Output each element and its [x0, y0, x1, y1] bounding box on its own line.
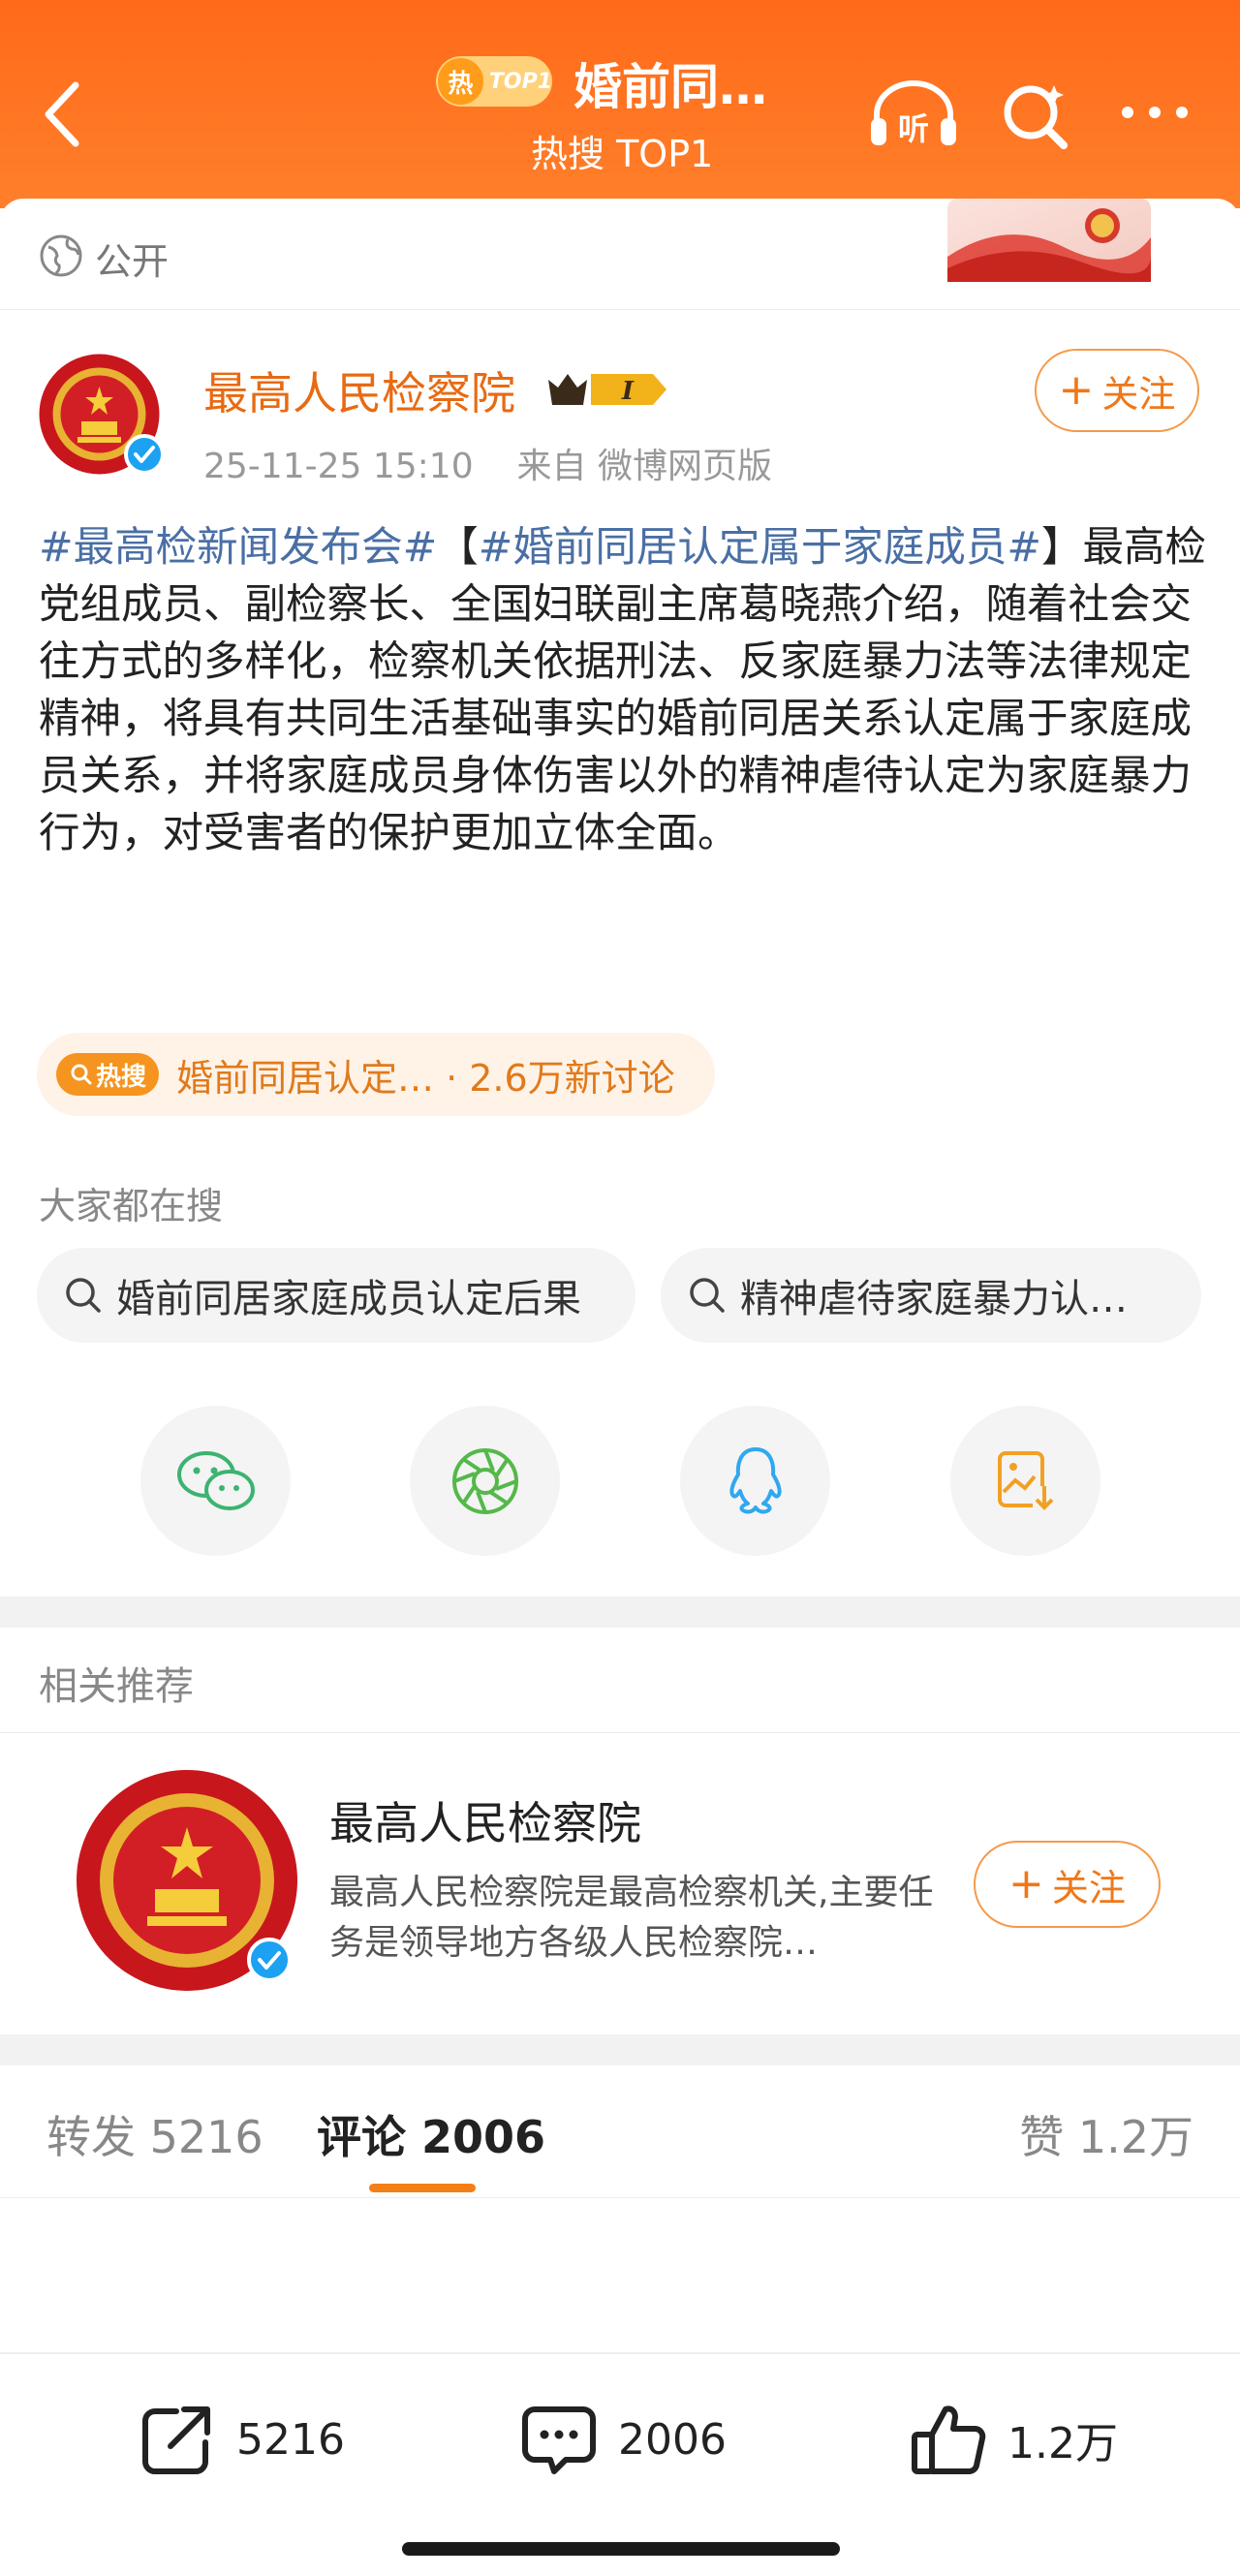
bracket-close: 】	[1040, 524, 1083, 572]
save-image-button[interactable]	[950, 1406, 1100, 1556]
section-divider	[0, 2034, 1240, 2065]
search-suggestion-text: 婚前同居家庭成员认定后果	[116, 1277, 581, 1321]
related-account-desc: 最高人民检察院是最高检察机关,主要任务是领导地方各级人民检察院…	[329, 1873, 934, 1963]
active-tab-indicator	[369, 2184, 476, 2192]
post-text: 最高检党组成员、副检察长、全国妇联副主席葛晓燕介绍，随着社会交往方式的多样化，检…	[39, 524, 1207, 857]
hot-search-pill[interactable]: 热搜 婚前同居认定… · 2.6万新讨论	[37, 1033, 715, 1116]
listen-label: 听	[898, 110, 929, 147]
vip-level-badge-icon: I	[544, 366, 670, 413]
post-meta: 25-11-25 15:10 来自 微博网页版	[203, 438, 772, 488]
thumbs-up-icon	[912, 2405, 986, 2474]
share-qq-button[interactable]	[680, 1406, 830, 1556]
divider	[0, 2352, 1240, 2354]
search-icon	[690, 1278, 725, 1313]
post-source[interactable]: 来自 微博网页版	[517, 447, 772, 486]
tab-likes[interactable]: 赞 1.2万	[1019, 2102, 1194, 2166]
follow-label: 关注	[1051, 1866, 1126, 1909]
related-follow-button[interactable]: + 关注	[974, 1841, 1161, 1928]
hot-badge-char: 热	[438, 58, 483, 105]
divider	[0, 1732, 1240, 1733]
comment-count: 2006	[618, 2414, 727, 2465]
like-count: 1.2万	[1008, 2419, 1118, 2468]
post-content: #最高检新闻发布会#【#婚前同居认定属于家庭成员#】最高检党组成员、副检察长、全…	[39, 519, 1206, 862]
topic-link[interactable]: #婚前同居认定属于家庭成员#	[479, 524, 1041, 572]
comment-button[interactable]: 2006	[517, 2393, 727, 2486]
related-account-name[interactable]: 最高人民检察院	[329, 1788, 641, 1852]
page-title: 婚前同…	[574, 59, 767, 115]
listen-icon[interactable]: 听	[867, 76, 960, 153]
hot-search-badge-text: 热搜	[95, 1062, 146, 1092]
search-suggestion-text: 精神虐待家庭暴力认…	[740, 1277, 1128, 1321]
author-name[interactable]: 最高人民检察院	[203, 358, 515, 422]
plus-icon: +	[1008, 1859, 1044, 1909]
share-wechat-button[interactable]	[140, 1406, 291, 1556]
verified-badge-icon	[247, 1938, 292, 1982]
level-badge-text: I	[621, 377, 635, 406]
hot-top1-badge: 热 TOP1	[436, 56, 552, 107]
hot-search-text: 婚前同居认定… · 2.6万新讨论	[176, 1056, 675, 1100]
related-label: 相关推荐	[39, 1664, 194, 1709]
plus-icon: +	[1058, 365, 1095, 415]
home-indicator[interactable]	[402, 2542, 840, 2556]
repost-count: 5216	[236, 2414, 345, 2465]
back-icon[interactable]	[37, 76, 95, 153]
hot-badge-top: TOP1	[488, 69, 552, 94]
bracket-open: 【	[437, 524, 479, 572]
search-suggestion-chip[interactable]: 婚前同居家庭成员认定后果	[37, 1248, 636, 1343]
visibility-row: 公开	[0, 199, 1240, 310]
search-icon	[71, 1064, 92, 1085]
page-subtitle: 热搜 TOP1	[531, 133, 714, 175]
weibo-post-detail-page: 热 TOP1 婚前同… 热搜 TOP1 听 公开 最高人民检察院 I 25-11…	[0, 0, 1240, 2576]
more-options-icon[interactable]	[1116, 93, 1194, 132]
visibility-label: 公开	[95, 240, 170, 283]
banner-decoration	[947, 199, 1151, 286]
repost-button[interactable]: 5216	[136, 2393, 345, 2486]
divider	[0, 2197, 1240, 2198]
wechat-icon	[176, 1450, 255, 1510]
like-button[interactable]: 1.2万	[907, 2393, 1118, 2486]
section-divider	[0, 1597, 1240, 1628]
post-date: 25-11-25 15:10	[203, 447, 474, 486]
everyone-search-label: 大家都在搜	[39, 1185, 224, 1227]
save-image-icon	[997, 1450, 1056, 1511]
verified-badge-icon	[124, 434, 165, 475]
qq-icon	[728, 1446, 782, 1513]
search-icon[interactable]	[998, 76, 1075, 153]
share-moments-button[interactable]	[410, 1406, 560, 1556]
topic-link[interactable]: #最高检新闻发布会#	[39, 524, 437, 572]
hot-search-badge: 热搜	[56, 1053, 159, 1096]
follow-button[interactable]: + 关注	[1035, 349, 1199, 432]
globe-icon	[39, 233, 83, 278]
tab-comments[interactable]: 评论 2006	[317, 2102, 545, 2166]
top-bar: 热 TOP1 婚前同… 热搜 TOP1 听	[0, 0, 1240, 208]
follow-label: 关注	[1101, 372, 1176, 416]
search-suggestion-chip[interactable]: 精神虐待家庭暴力认…	[661, 1248, 1201, 1343]
tab-reposts[interactable]: 转发 5216	[46, 2102, 264, 2166]
share-icon	[142, 2406, 210, 2474]
comment-icon	[522, 2406, 596, 2474]
moments-icon	[451, 1447, 518, 1514]
search-icon	[66, 1278, 101, 1313]
